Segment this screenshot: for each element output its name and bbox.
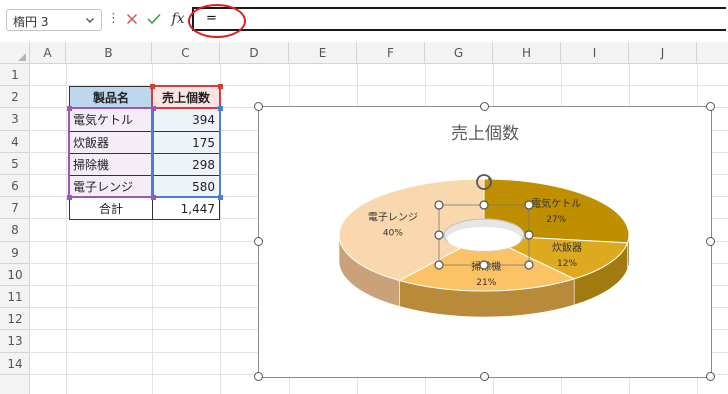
grid-line [220, 64, 221, 394]
row-header-6[interactable]: 6 [0, 175, 30, 198]
row-header-8[interactable]: 8 [0, 219, 30, 242]
chart-resize-handle[interactable] [254, 372, 263, 381]
chart-resize-handle[interactable] [706, 237, 715, 246]
row-header-7[interactable]: 7 [0, 197, 30, 220]
shape-resize-handle[interactable] [479, 260, 489, 270]
column-header-a[interactable]: A [30, 42, 66, 64]
product-name-cell[interactable]: 電子レンジ [69, 175, 153, 199]
select-all-button[interactable] [0, 42, 30, 64]
name-box[interactable]: 楕円 3 [6, 9, 102, 31]
check-icon[interactable] [146, 8, 162, 30]
data-label-percent[interactable]: 21% [476, 278, 496, 288]
chart-resize-handle[interactable] [480, 102, 489, 111]
chart-resize-handle[interactable] [706, 372, 715, 381]
table-header-count[interactable]: 売上個数 [152, 86, 220, 110]
data-label-category[interactable]: 電子レンジ [368, 211, 418, 223]
total-value-cell[interactable]: 1,447 [152, 197, 220, 221]
data-label-category[interactable]: 電気ケトル [531, 197, 581, 210]
column-header-g[interactable]: G [425, 42, 493, 64]
function-icon[interactable]: fx [167, 8, 189, 30]
row-header-10[interactable]: 10 [0, 264, 30, 286]
row-header-1[interactable]: 1 [0, 64, 30, 87]
formula-bar: 楕円 3 ⋮ fx = [0, 0, 728, 38]
data-label-percent[interactable]: 27% [546, 215, 566, 225]
shape-resize-handle[interactable] [524, 200, 534, 210]
data-label-percent[interactable]: 12% [557, 259, 577, 269]
total-label-cell[interactable]: 合計 [69, 197, 153, 221]
shape-resize-handle[interactable] [434, 200, 444, 210]
more-options-icon[interactable]: ⋮ [107, 11, 120, 26]
sales-count-cell[interactable]: 298 [152, 152, 220, 176]
column-header-c[interactable]: C [152, 42, 220, 64]
column-header-i[interactable]: I [561, 42, 629, 64]
sales-count-cell[interactable]: 175 [152, 130, 220, 154]
chart-resize-handle[interactable] [254, 102, 263, 111]
formula-value[interactable]: = [206, 11, 217, 26]
product-name-cell[interactable]: 掃除機 [69, 152, 153, 176]
column-header-e[interactable]: E [289, 42, 357, 64]
chart-resize-handle[interactable] [480, 372, 489, 381]
shape-resize-handle[interactable] [524, 260, 534, 270]
shape-resize-handle[interactable] [434, 260, 444, 270]
chevron-down-icon[interactable] [82, 12, 98, 28]
product-name-cell[interactable]: 電気ケトル [69, 108, 153, 132]
chart-object[interactable]: 売上個数 電気ケトル27%炊飯器12%掃除機21%電子レンジ40% [254, 102, 715, 381]
chart-resize-handle[interactable] [254, 237, 263, 246]
row-header-13[interactable]: 13 [0, 330, 30, 353]
shape-resize-handle[interactable] [434, 230, 444, 240]
chart-resize-handle[interactable] [706, 102, 715, 111]
row-header-12[interactable]: 12 [0, 308, 30, 331]
column-header-b[interactable]: B [66, 42, 152, 64]
chart-plot[interactable]: 電気ケトル27%炊飯器12%掃除機21%電子レンジ40% [259, 107, 711, 377]
row-header-4[interactable]: 4 [0, 131, 30, 153]
column-headers: ABCDEFGHIJ [0, 42, 728, 64]
grid-line [66, 64, 67, 394]
shape-resize-handle[interactable] [524, 230, 534, 240]
row-headers: 1 2 3 4 5 6 7 8 9 10 11 12 13 14 [0, 64, 30, 394]
table-header-name[interactable]: 製品名 [69, 86, 153, 110]
column-header-h[interactable]: H [493, 42, 561, 64]
row-header-14[interactable]: 14 [0, 353, 30, 375]
row-header-11[interactable]: 11 [0, 286, 30, 309]
data-label-category[interactable]: 炊飯器 [552, 241, 582, 254]
row-header-2[interactable]: 2 [0, 86, 30, 109]
row-header-5[interactable]: 5 [0, 153, 30, 175]
sales-count-cell[interactable]: 394 [152, 108, 220, 132]
column-header-f[interactable]: F [357, 42, 425, 64]
column-header-j[interactable]: J [629, 42, 697, 64]
column-header-d[interactable]: D [220, 42, 289, 64]
data-label-percent[interactable]: 40% [383, 228, 403, 238]
x-icon[interactable] [124, 8, 140, 30]
row-header-3[interactable]: 3 [0, 108, 30, 131]
shape-resize-handle[interactable] [479, 200, 489, 210]
sales-count-cell[interactable]: 580 [152, 175, 220, 199]
row-header-9[interactable]: 9 [0, 242, 30, 264]
product-name-cell[interactable]: 炊飯器 [69, 130, 153, 154]
doughnut-hole-inner[interactable] [447, 227, 521, 251]
name-box-value[interactable]: 楕円 3 [13, 13, 48, 30]
formula-input[interactable]: = [192, 7, 726, 31]
